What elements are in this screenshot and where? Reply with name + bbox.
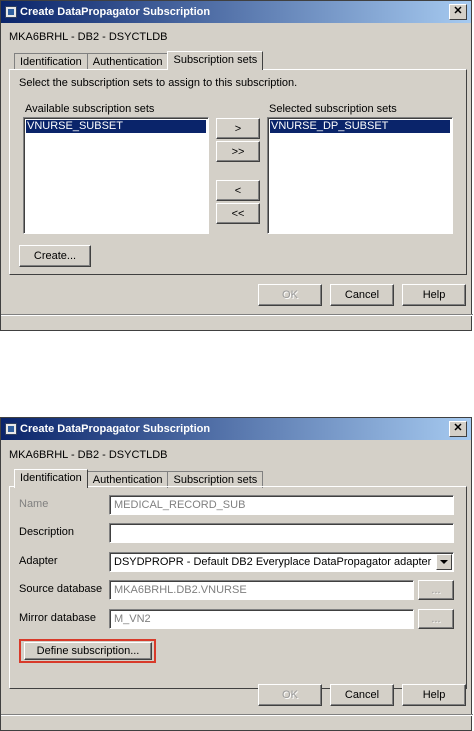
create-subscription-dialog-sets: Create DataPropagator Subscription ✕ MKA… bbox=[0, 0, 473, 331]
chevron-down-icon[interactable] bbox=[436, 554, 452, 570]
cancel-button[interactable]: Cancel bbox=[330, 284, 394, 306]
window-title: Create DataPropagator Subscription bbox=[20, 423, 211, 435]
name-field[interactable]: MEDICAL_RECORD_SUB bbox=[109, 495, 454, 515]
add-button[interactable]: > bbox=[216, 118, 260, 139]
close-icon[interactable]: ✕ bbox=[449, 4, 467, 20]
help-button[interactable]: Help bbox=[402, 684, 466, 706]
available-sets-list[interactable]: VNURSE_SUBSET bbox=[23, 117, 209, 234]
description-label: Description bbox=[19, 526, 75, 538]
connection-label: MKA6BRHL - DB2 - DSYCTLDB bbox=[9, 449, 168, 461]
source-database-field[interactable]: MKA6BRHL.DB2.VNURSE bbox=[109, 580, 414, 600]
tab-identification[interactable]: Identification bbox=[14, 469, 88, 488]
tab-subscription-sets[interactable]: Subscription sets bbox=[167, 51, 264, 70]
window-title: Create DataPropagator Subscription bbox=[20, 6, 211, 18]
app-icon bbox=[5, 423, 17, 435]
ok-button[interactable]: OK bbox=[258, 284, 322, 306]
description-field[interactable] bbox=[109, 523, 454, 543]
help-button[interactable]: Help bbox=[402, 284, 466, 306]
selected-sets-list[interactable]: VNURSE_DP_SUBSET bbox=[267, 117, 453, 234]
list-item[interactable]: VNURSE_DP_SUBSET bbox=[270, 120, 450, 133]
adapter-label: Adapter bbox=[19, 555, 58, 567]
adapter-select[interactable]: DSYDPROPR - Default DB2 Everyplace DataP… bbox=[109, 552, 454, 572]
source-browse-button[interactable]: ... bbox=[418, 580, 454, 600]
add-all-button[interactable]: >> bbox=[216, 141, 260, 162]
status-separator bbox=[1, 714, 473, 716]
tab-authentication[interactable]: Authentication bbox=[86, 53, 169, 70]
mirror-browse-button[interactable]: ... bbox=[418, 609, 454, 629]
ok-button[interactable]: OK bbox=[258, 684, 322, 706]
mirror-database-label: Mirror database bbox=[19, 612, 97, 624]
selected-sets-label: Selected subscription sets bbox=[269, 103, 397, 115]
define-subscription-button[interactable]: Define subscription... bbox=[24, 642, 152, 660]
tab-bar: Identification Authentication Subscripti… bbox=[14, 469, 264, 488]
remove-all-button[interactable]: << bbox=[216, 203, 260, 224]
app-icon bbox=[5, 6, 17, 18]
mirror-database-field[interactable]: M_VN2 bbox=[109, 609, 414, 629]
create-subscription-dialog-identification: Create DataPropagator Subscription ✕ MKA… bbox=[0, 417, 473, 731]
list-item[interactable]: VNURSE_SUBSET bbox=[26, 120, 206, 133]
cancel-button[interactable]: Cancel bbox=[330, 684, 394, 706]
title-bar[interactable]: Create DataPropagator Subscription ✕ bbox=[1, 1, 471, 23]
title-bar[interactable]: Create DataPropagator Subscription ✕ bbox=[1, 418, 471, 440]
connection-label: MKA6BRHL - DB2 - DSYCTLDB bbox=[9, 31, 168, 43]
instruction-text: Select the subscription sets to assign t… bbox=[19, 77, 298, 89]
remove-button[interactable]: < bbox=[216, 180, 260, 201]
tab-identification[interactable]: Identification bbox=[14, 53, 88, 70]
source-database-label: Source database bbox=[19, 583, 103, 595]
close-icon[interactable]: ✕ bbox=[449, 421, 467, 437]
tab-bar: Identification Authentication Subscripti… bbox=[14, 51, 264, 70]
name-label: Name bbox=[19, 498, 49, 510]
status-separator bbox=[1, 314, 473, 316]
create-button[interactable]: Create... bbox=[19, 245, 91, 267]
available-sets-label: Available subscription sets bbox=[25, 103, 155, 115]
